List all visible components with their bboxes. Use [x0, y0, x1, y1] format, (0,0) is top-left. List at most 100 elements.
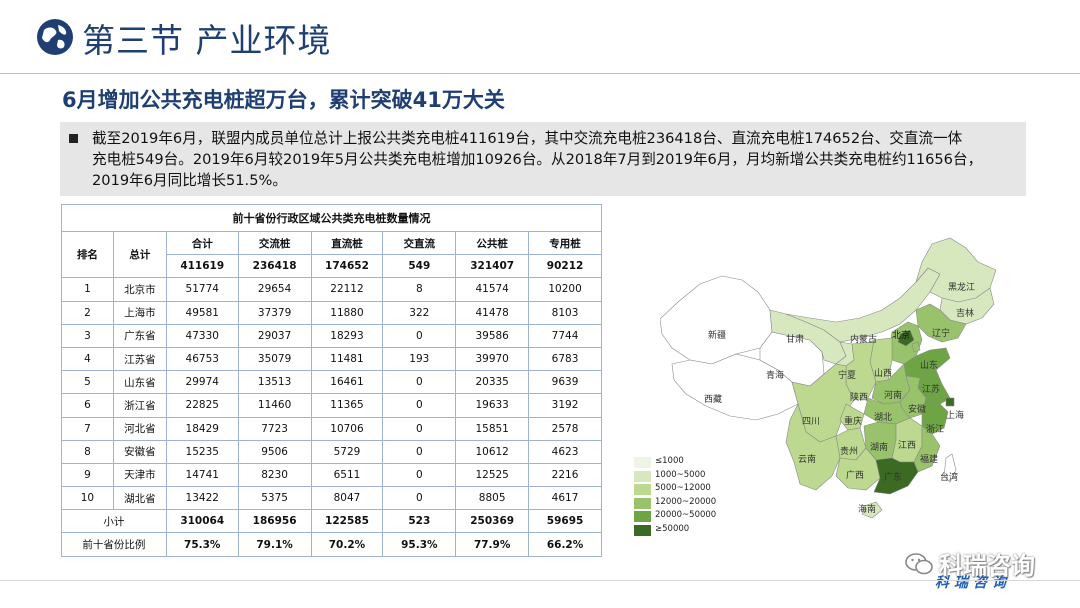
map-label-qinghai: 青海 [766, 369, 784, 380]
map-label-neimenggu: 内蒙古 [850, 333, 877, 344]
legend-swatch [634, 457, 651, 468]
value-cell: 2578 [528, 416, 602, 441]
value-cell: 51774 [165, 277, 239, 302]
value-cell: 0 [382, 439, 457, 464]
legend-label: ≥50000 [655, 523, 690, 534]
summary-line-1: 截至2019年6月，联盟内成员单位总计上报公共类充电桩411619台，其中交流充… [92, 130, 963, 147]
value-cell: 39970 [455, 346, 530, 372]
legend-item: ≥50000 [634, 524, 754, 538]
map-label-gansu: 甘肃 [786, 333, 804, 344]
region-cell: 安徽省 [112, 439, 167, 464]
value-cell: 13513 [237, 370, 312, 395]
value-cell: 322 [382, 300, 457, 325]
map-label-yunnan: 云南 [798, 453, 816, 464]
ratio-cell: 70.2% [310, 532, 384, 557]
legend-swatch [634, 470, 651, 482]
map-label-shandong: 山东 [920, 359, 938, 370]
value-cell: 41478 [455, 300, 530, 325]
legend-item: 1000~5000 [634, 470, 754, 484]
legend-item: ≤1000 [634, 456, 754, 470]
value-cell: 10706 [310, 416, 384, 441]
legend-item: 12000~20000 [634, 497, 754, 511]
header-divider [0, 73, 1080, 74]
table-row: 9 天津市 14741 8230 6511 0 12525 2216 [61, 462, 602, 488]
value-cell: 8230 [237, 462, 312, 488]
value-cell: 49581 [165, 300, 239, 325]
value-cell: 0 [382, 486, 457, 511]
value-cell: 7723 [237, 416, 312, 441]
subtotal-label: 小计 [61, 509, 167, 534]
total-cell: 90212 [528, 254, 602, 279]
ratio-cell: 75.3% [165, 532, 239, 557]
table-row: 4 江苏省 46753 35079 11481 193 39970 6783 [61, 346, 602, 372]
rank-cell: 7 [61, 416, 114, 441]
map-label-henan: 河南 [884, 389, 902, 400]
header-col: 专用桩 [528, 230, 602, 256]
map-label-guizhou: 贵州 [840, 445, 858, 456]
value-cell: 9506 [237, 439, 312, 464]
header-col: 交流桩 [237, 230, 312, 256]
value-cell: 35079 [237, 346, 312, 372]
legend-label: 12000~20000 [655, 496, 717, 507]
map-label-shaanxi: 陕西 [850, 391, 868, 402]
region-cell: 广东省 [112, 323, 167, 348]
ratio-cell: 79.1% [237, 532, 312, 557]
table-row: 7 河北省 18429 7723 10706 0 15851 2578 [61, 416, 602, 441]
bullet-square-icon [69, 134, 78, 143]
map-label-guangxi: 广西 [846, 469, 864, 480]
value-cell: 47330 [165, 323, 239, 348]
value-cell: 0 [382, 323, 457, 348]
map-label-ningxia: 宁夏 [838, 369, 856, 380]
header-col: 合计 [165, 230, 239, 256]
value-cell: 29037 [237, 323, 312, 348]
rank-cell: 2 [61, 300, 114, 325]
region-shanghai [945, 397, 955, 407]
value-cell: 11481 [310, 346, 384, 372]
map-label-shanxi: 山西 [874, 368, 892, 378]
region-xinjiang [660, 275, 773, 365]
value-cell: 0 [382, 393, 457, 418]
value-cell: 22112 [310, 277, 384, 302]
value-cell: 29654 [237, 277, 312, 302]
table-row: 2 上海市 49581 37379 11880 322 41478 8103 [61, 300, 602, 325]
rank-cell: 9 [61, 462, 114, 488]
value-cell: 11365 [310, 393, 384, 418]
brand-logo: 科瑞咨询 科瑞咨询 [905, 540, 1065, 591]
value-cell: 18293 [310, 323, 384, 348]
value-cell: 7744 [528, 323, 602, 348]
table-row: 6 浙江省 22825 11460 11365 0 19633 3192 [61, 393, 602, 418]
region-cell: 北京市 [112, 277, 167, 302]
map-label-hubei: 湖北 [874, 412, 892, 422]
subtotal-cell: 250369 [455, 509, 530, 534]
subtotal-cell: 310064 [165, 509, 239, 534]
ratio-cell: 66.2% [528, 532, 602, 557]
globe-icon [37, 19, 73, 55]
region-cell: 河北省 [112, 416, 167, 441]
ratio-label: 前十省份比例 [61, 532, 167, 557]
value-cell: 15235 [165, 439, 239, 464]
wechat-icon [905, 553, 933, 575]
rank-cell: 8 [61, 439, 114, 464]
legend-item: 5000~12000 [634, 483, 754, 497]
slide-header: 第三节 产业环境 [0, 0, 1080, 74]
total-cell: 411619 [165, 254, 239, 279]
header-col: 公共桩 [455, 230, 530, 256]
total-cell: 174652 [310, 254, 384, 279]
map-label-chongqing: 重庆 [844, 415, 862, 426]
value-cell: 8805 [455, 486, 530, 511]
value-cell: 4623 [528, 439, 602, 464]
region-cell: 浙江省 [112, 393, 167, 418]
summary-line-3: 2019年6月同比增长51.5%。 [92, 172, 287, 189]
value-cell: 9639 [528, 370, 602, 395]
region-cell: 湖北省 [112, 486, 167, 511]
value-cell: 5375 [237, 486, 312, 511]
value-cell: 193 [382, 346, 457, 372]
value-cell: 12525 [455, 462, 530, 488]
value-cell: 11880 [310, 300, 384, 325]
value-cell: 2216 [528, 462, 602, 488]
rank-cell: 4 [61, 346, 114, 372]
value-cell: 18429 [165, 416, 239, 441]
value-cell: 13422 [165, 486, 239, 511]
value-cell: 4617 [528, 486, 602, 511]
subtotal-cell: 186956 [237, 509, 312, 534]
